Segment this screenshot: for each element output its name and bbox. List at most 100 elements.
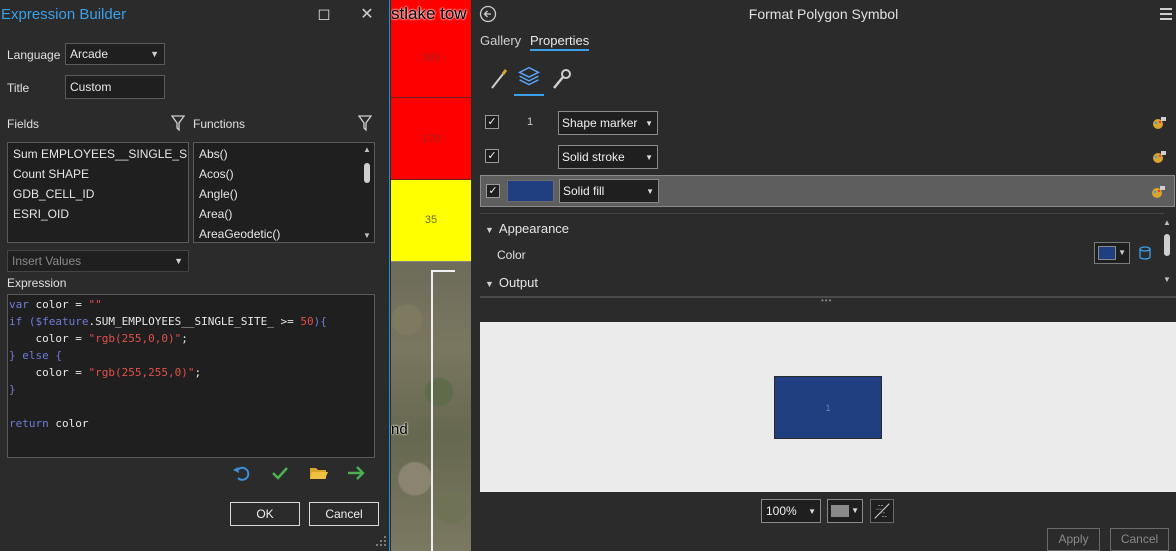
color-lock-icon[interactable]	[1151, 149, 1167, 165]
arrow-right-icon[interactable]	[345, 462, 367, 484]
appearance-label: Appearance	[498, 221, 570, 236]
map-cell-yellow[interactable]: 35	[391, 180, 471, 262]
output-label: Output	[498, 275, 538, 290]
language-label: Language	[7, 48, 61, 62]
preview-polygon: 1	[774, 376, 882, 439]
chevron-up-icon[interactable]: ▲	[362, 145, 372, 154]
filter-icon[interactable]	[358, 115, 372, 131]
dialog-titlebar[interactable]: Expression Builder ◻ ✕	[0, 0, 390, 30]
list-item[interactable]: GDB_CELL_ID	[8, 184, 188, 204]
menu-icon[interactable]	[1159, 7, 1173, 21]
wrench-icon[interactable]	[546, 62, 576, 96]
title-input[interactable]: Custom	[65, 75, 165, 99]
code-token: "rgb(255,0,0)"	[88, 332, 182, 345]
output-section-header[interactable]: ▼ Output	[485, 275, 538, 290]
layer-visibility-checkbox[interactable]: ✓	[485, 149, 499, 163]
code-token: "rgb(255,255,0)"	[88, 366, 195, 379]
color-lock-icon[interactable]	[1150, 184, 1166, 200]
code-token: color =	[28, 298, 89, 311]
cancel-button[interactable]: Cancel	[1110, 528, 1169, 551]
map-boundary	[431, 270, 455, 551]
expression-builder-dialog: Expression Builder ◻ ✕ Language Arcade ▼…	[0, 0, 390, 551]
zoom-select[interactable]: 100% ▼	[761, 499, 821, 523]
symbol-preview: 1	[480, 322, 1176, 492]
database-icon[interactable]	[1138, 245, 1152, 261]
layer-type-select[interactable]: Shape marker ▼	[558, 111, 658, 135]
insert-values-select[interactable]: Insert Values ▼	[7, 250, 189, 272]
chevron-down-icon: ▼	[485, 225, 494, 235]
color-swatch	[1098, 246, 1116, 260]
color-lock-icon[interactable]	[1151, 115, 1167, 131]
code-token: $feature	[35, 315, 89, 328]
fields-list[interactable]: Sum EMPLOYEES__SINGLE_SITE_ Count SHAPE …	[7, 142, 189, 243]
layer-visibility-checkbox[interactable]: ✓	[485, 115, 499, 129]
close-icon[interactable]: ✕	[357, 5, 377, 25]
verify-check-icon[interactable]	[269, 462, 291, 484]
code-token: color =	[9, 366, 89, 379]
chevron-down-icon: ▼	[646, 187, 654, 196]
color-label: Color	[497, 248, 526, 262]
symbol-layer-row[interactable]: ✓ Solid stroke ▼	[480, 142, 1175, 172]
functions-scrollbar[interactable]: ▲ ▼	[362, 145, 372, 240]
list-item[interactable]: AreaGeodetic()	[194, 224, 374, 242]
expression-label: Expression	[7, 276, 67, 290]
map-view[interactable]: 393 stlake tow 170 35 nd	[391, 0, 471, 551]
filter-icon[interactable]	[171, 115, 185, 131]
brush-icon[interactable]	[483, 62, 513, 96]
code-token: color	[48, 417, 89, 430]
expression-editor[interactable]: var color = "" if ($feature.SUM_EMPLOYEE…	[7, 294, 375, 458]
code-token: color =	[9, 332, 89, 345]
tab-gallery[interactable]: Gallery	[480, 33, 521, 48]
list-item[interactable]: Acos()	[194, 164, 374, 184]
layer-type-select[interactable]: Solid fill ▼	[559, 179, 659, 203]
layer-type-value: Shape marker	[562, 116, 638, 130]
code-token: ){	[313, 315, 327, 328]
map-cell-red[interactable]: 170	[391, 98, 471, 180]
list-item[interactable]: Sum EMPLOYEES__SINGLE_SITE_	[8, 144, 188, 164]
appearance-section-header[interactable]: ▼ Appearance	[485, 221, 569, 236]
functions-list[interactable]: Abs() Acos() Angle() Area() AreaGeodetic…	[193, 142, 375, 243]
layers-icon[interactable]	[514, 62, 544, 96]
map-label: stlake tow	[391, 4, 467, 23]
language-select[interactable]: Arcade ▼	[65, 43, 165, 65]
chevron-down-icon: ▼	[851, 506, 859, 515]
chevron-down-icon: ▼	[1118, 248, 1126, 257]
chevron-down-icon: ▼	[485, 279, 494, 289]
code-token: ;	[181, 332, 188, 345]
code-token: } else {	[9, 349, 62, 362]
splitter-grip-icon[interactable]: •••	[821, 296, 832, 305]
layer-visibility-checkbox[interactable]: ✓	[486, 184, 500, 198]
scrollbar-thumb[interactable]	[364, 163, 370, 183]
pane-title: Format Polygon Symbol	[748, 6, 899, 22]
undo-icon[interactable]	[231, 462, 253, 484]
resize-grip-icon[interactable]	[375, 535, 387, 547]
list-item[interactable]: Abs()	[194, 144, 374, 164]
code-token: .SUM_EMPLOYEES__SINGLE_SITE_	[88, 315, 274, 328]
chevron-down-icon[interactable]: ▼	[1162, 275, 1172, 284]
code-token: }	[9, 383, 16, 396]
color-picker-button[interactable]: ▼	[1094, 242, 1130, 264]
list-item[interactable]: Area()	[194, 204, 374, 224]
list-item[interactable]: ESRI_OID	[8, 204, 188, 224]
apply-button[interactable]: Apply	[1047, 528, 1100, 551]
properties-scrollbar[interactable]: ▲ ▼	[1162, 218, 1172, 284]
folder-open-icon[interactable]	[307, 462, 329, 484]
map-cell-value: 35	[424, 214, 438, 226]
scrollbar-thumb[interactable]	[1164, 234, 1170, 256]
chevron-down-icon[interactable]: ▼	[362, 231, 372, 240]
chevron-up-icon[interactable]: ▲	[1162, 218, 1172, 227]
cancel-button[interactable]: Cancel	[309, 502, 379, 526]
toggle-grid-icon[interactable]	[870, 499, 894, 523]
layer-type-select[interactable]: Solid stroke ▼	[558, 145, 658, 169]
list-item[interactable]: Count SHAPE	[8, 164, 188, 184]
maximize-icon[interactable]: ◻	[314, 5, 334, 25]
ok-button[interactable]: OK	[230, 502, 300, 526]
symbol-layer-row[interactable]: ✓ 1 Shape marker ▼	[480, 108, 1175, 138]
format-polygon-symbol-pane: Format Polygon Symbol Gallery Properties…	[471, 0, 1176, 551]
tab-properties[interactable]: Properties	[530, 33, 590, 51]
map-cell-value: 393	[421, 52, 441, 64]
list-item[interactable]: Angle()	[194, 184, 374, 204]
preview-background-button[interactable]: ▼	[827, 499, 863, 523]
code-token: var	[9, 298, 29, 311]
symbol-layer-row-selected[interactable]: ✓ Solid fill ▼	[480, 175, 1175, 207]
